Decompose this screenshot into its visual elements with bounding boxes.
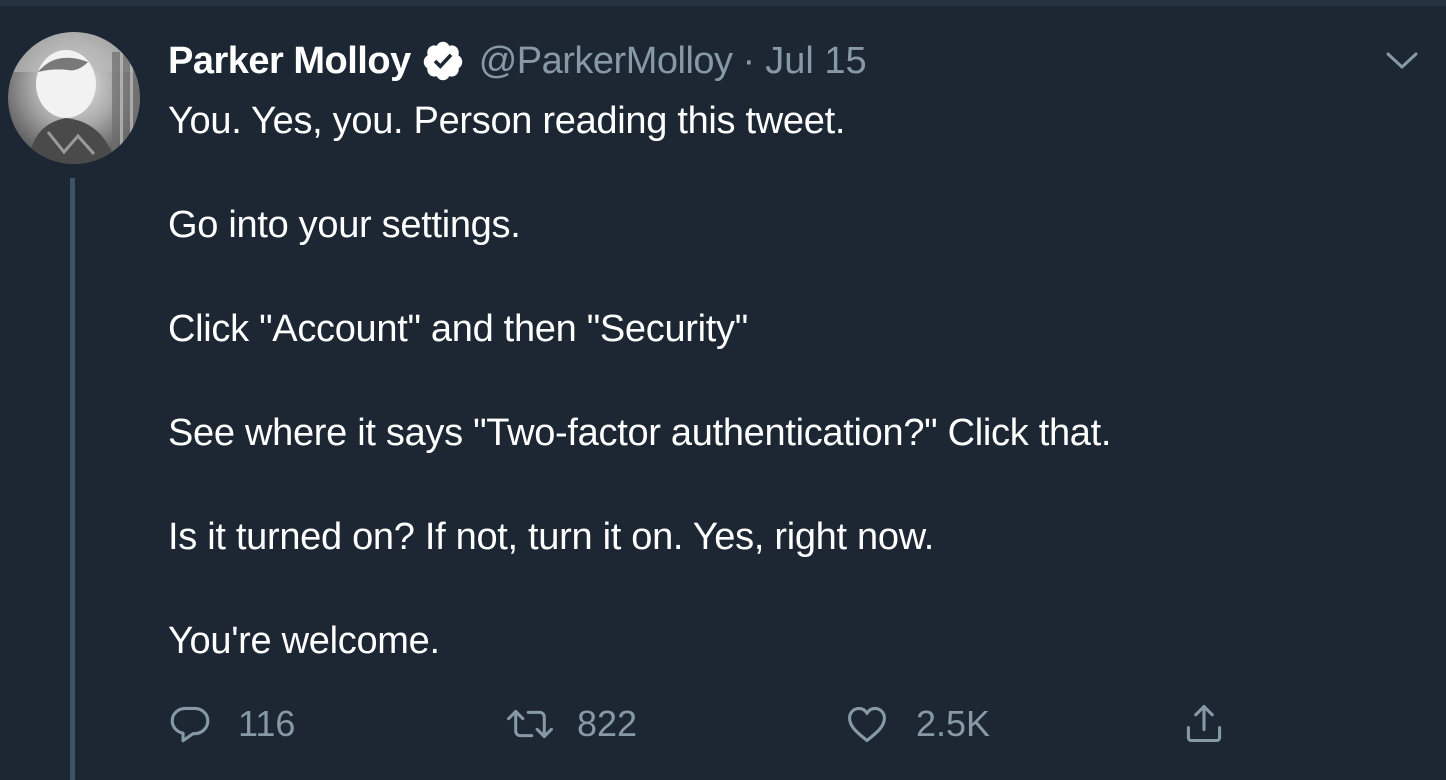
like-count: 2.5K	[916, 703, 991, 744]
reply-icon	[168, 702, 212, 746]
tweet-line: You're welcome.	[168, 620, 440, 662]
tweet-line: Is it turned on? If not, turn it on. Yes…	[168, 516, 934, 558]
tweet-header: Parker Molloy @ParkerMolloy · Jul 15	[168, 36, 867, 86]
reply-count: 116	[238, 703, 296, 744]
tweet-line: Go into your settings.	[168, 204, 521, 246]
thread-line	[70, 178, 75, 780]
tweet-date[interactable]: Jul 15	[765, 40, 866, 83]
reply-button[interactable]: 116	[168, 698, 295, 750]
share-icon	[1182, 701, 1226, 747]
separator-dot: ·	[742, 39, 756, 82]
share-button[interactable]	[1182, 698, 1226, 750]
like-button[interactable]: 2.5K	[844, 698, 990, 750]
chevron-down-icon[interactable]	[1384, 46, 1420, 74]
author-handle[interactable]: @ParkerMolloy	[479, 40, 733, 83]
display-name[interactable]: Parker Molloy	[168, 40, 411, 83]
retweet-icon	[505, 702, 555, 746]
tweet-text: You. Yes, you. Person reading this tweet…	[168, 95, 1398, 667]
verified-badge-icon	[421, 39, 465, 83]
tweet-actions: 116 822 2.5K	[0, 698, 1446, 750]
retweet-count: 822	[577, 703, 638, 744]
tweet-line: You. Yes, you. Person reading this tweet…	[168, 100, 846, 142]
avatar-image	[8, 32, 140, 164]
retweet-button[interactable]: 822	[505, 698, 637, 750]
tweet-line: Click "Account" and then "Security"	[168, 308, 748, 350]
heart-icon	[844, 702, 890, 746]
tweet[interactable]: Parker Molloy @ParkerMolloy · Jul 15 You…	[0, 0, 1446, 780]
avatar[interactable]	[8, 32, 140, 164]
tweet-line: See where it says "Two-factor authentica…	[168, 412, 1112, 454]
